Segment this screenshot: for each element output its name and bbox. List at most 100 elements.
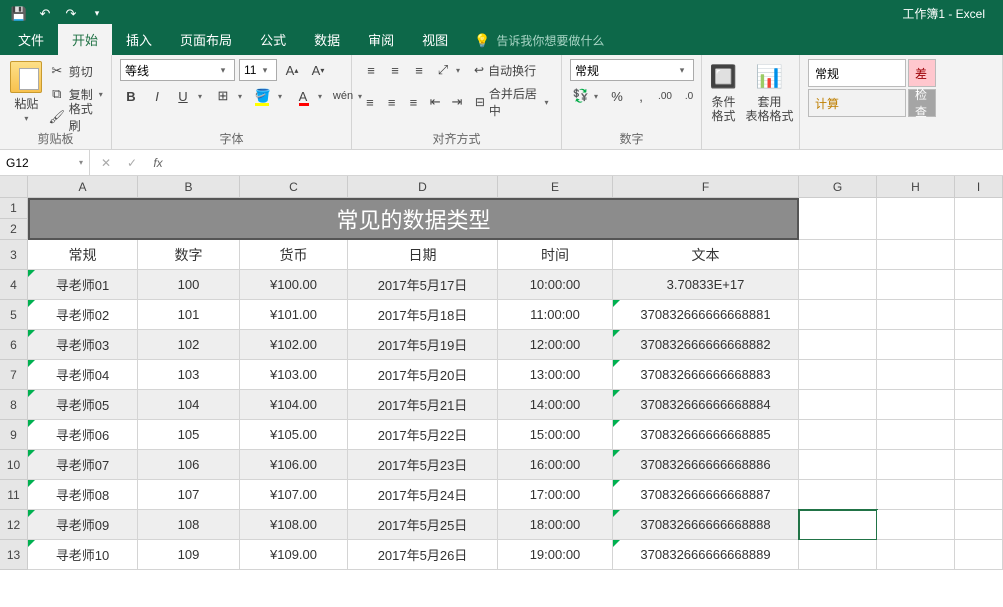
cell-style-check[interactable]: 检查	[908, 89, 936, 117]
data-cell[interactable]: 370832666666668883	[613, 360, 799, 390]
cell[interactable]	[799, 240, 877, 270]
cell[interactable]	[799, 510, 877, 540]
data-cell[interactable]: 370832666666668885	[613, 420, 799, 450]
data-cell[interactable]: 寻老师06	[28, 420, 138, 450]
bold-button[interactable]: B	[120, 85, 142, 107]
data-cell[interactable]: 2017年5月19日	[348, 330, 498, 360]
font-size-combo[interactable]: 11▾	[239, 59, 277, 81]
data-cell[interactable]: 107	[138, 480, 240, 510]
col-header-C[interactable]: C	[240, 176, 348, 198]
data-cell[interactable]: 370832666666668884	[613, 390, 799, 420]
cell[interactable]	[955, 360, 1003, 390]
cell[interactable]	[955, 420, 1003, 450]
tab-view[interactable]: 视图	[408, 24, 462, 55]
increase-decimal-button[interactable]: .00	[654, 85, 676, 107]
data-cell[interactable]: 12:00:00	[498, 330, 613, 360]
cell[interactable]	[799, 390, 877, 420]
data-cell[interactable]: 16:00:00	[498, 450, 613, 480]
data-cell[interactable]: 106	[138, 450, 240, 480]
data-cell[interactable]: 100	[138, 270, 240, 300]
data-cell[interactable]: 101	[138, 300, 240, 330]
tab-insert[interactable]: 插入	[112, 24, 166, 55]
cell[interactable]	[877, 390, 955, 420]
data-cell[interactable]: ¥100.00	[240, 270, 348, 300]
cell[interactable]	[877, 360, 955, 390]
data-cell[interactable]: 10:00:00	[498, 270, 613, 300]
font-name-combo[interactable]: 等线▾	[120, 59, 235, 81]
cell[interactable]	[955, 300, 1003, 330]
cancel-button[interactable]: ✕	[94, 153, 118, 173]
data-cell[interactable]: 17:00:00	[498, 480, 613, 510]
row-header-8[interactable]: 8	[0, 390, 28, 420]
data-cell[interactable]: 寻老师08	[28, 480, 138, 510]
format-as-table-button[interactable]: 📊 套用 表格格式	[746, 59, 794, 131]
cell[interactable]	[955, 450, 1003, 480]
row-header-2[interactable]: 2	[0, 219, 28, 240]
cell[interactable]	[877, 450, 955, 480]
data-cell[interactable]: ¥106.00	[240, 450, 348, 480]
data-cell[interactable]: ¥105.00	[240, 420, 348, 450]
enter-button[interactable]: ✓	[120, 153, 144, 173]
data-cell[interactable]: 370832666666668889	[613, 540, 799, 570]
cell[interactable]	[877, 420, 955, 450]
data-cell[interactable]: 寻老师05	[28, 390, 138, 420]
data-cell[interactable]: 370832666666668882	[613, 330, 799, 360]
col-header-I[interactable]: I	[955, 176, 1003, 198]
data-cell[interactable]: 18:00:00	[498, 510, 613, 540]
tab-review[interactable]: 审阅	[354, 24, 408, 55]
data-cell[interactable]: 103	[138, 360, 240, 390]
fill-color-button[interactable]: 🪣	[252, 85, 274, 107]
col-header-G[interactable]: G	[799, 176, 877, 198]
data-cell[interactable]: 370832666666668887	[613, 480, 799, 510]
col-header-B[interactable]: B	[138, 176, 240, 198]
table-header-cell[interactable]: 文本	[613, 240, 799, 270]
data-cell[interactable]: 寻老师07	[28, 450, 138, 480]
col-header-D[interactable]: D	[348, 176, 498, 198]
data-cell[interactable]: 19:00:00	[498, 540, 613, 570]
data-cell[interactable]: 3.70833E+17	[613, 270, 799, 300]
row-header-10[interactable]: 10	[0, 450, 28, 480]
cell[interactable]	[799, 270, 877, 300]
table-header-cell[interactable]: 常规	[28, 240, 138, 270]
cell[interactable]	[877, 480, 955, 510]
table-header-cell[interactable]: 货币	[240, 240, 348, 270]
cell-style-bad[interactable]: 差	[908, 59, 936, 87]
col-header-F[interactable]: F	[613, 176, 799, 198]
data-cell[interactable]: 寻老师03	[28, 330, 138, 360]
cell[interactable]	[955, 390, 1003, 420]
cell[interactable]	[799, 450, 877, 480]
tab-data[interactable]: 数据	[300, 24, 354, 55]
data-cell[interactable]: 寻老师10	[28, 540, 138, 570]
font-color-button[interactable]: A	[292, 85, 314, 107]
data-cell[interactable]: 108	[138, 510, 240, 540]
qat-customize-icon[interactable]: ▾	[86, 3, 108, 25]
data-cell[interactable]: 14:00:00	[498, 390, 613, 420]
table-header-cell[interactable]: 数字	[138, 240, 240, 270]
cell[interactable]	[799, 330, 877, 360]
cell[interactable]	[877, 270, 955, 300]
cell[interactable]	[955, 198, 1003, 240]
data-cell[interactable]: 2017年5月26日	[348, 540, 498, 570]
data-cell[interactable]: 13:00:00	[498, 360, 613, 390]
tell-me-search[interactable]: 💡 告诉我你想要做什么	[462, 26, 616, 55]
data-cell[interactable]: 寻老师02	[28, 300, 138, 330]
data-cell[interactable]: 2017年5月17日	[348, 270, 498, 300]
cell[interactable]	[877, 510, 955, 540]
spreadsheet-grid[interactable]: ABCDEFGHI 12345678910111213 常见的数据类型常规数字货…	[0, 176, 1003, 607]
cell[interactable]	[955, 510, 1003, 540]
row-header-7[interactable]: 7	[0, 360, 28, 390]
cell[interactable]	[955, 240, 1003, 270]
data-cell[interactable]: ¥104.00	[240, 390, 348, 420]
data-cell[interactable]: 104	[138, 390, 240, 420]
cell-style-calc[interactable]: 计算	[808, 89, 906, 117]
number-format-combo[interactable]: 常规▾	[570, 59, 694, 81]
redo-icon[interactable]: ↷	[60, 3, 82, 25]
cell[interactable]	[877, 540, 955, 570]
align-center-button[interactable]: ≡	[382, 91, 402, 113]
align-right-button[interactable]: ≡	[404, 91, 424, 113]
underline-button[interactable]: U	[172, 85, 194, 107]
row-header-9[interactable]: 9	[0, 420, 28, 450]
data-cell[interactable]: ¥109.00	[240, 540, 348, 570]
data-cell[interactable]: 109	[138, 540, 240, 570]
cell[interactable]	[955, 540, 1003, 570]
